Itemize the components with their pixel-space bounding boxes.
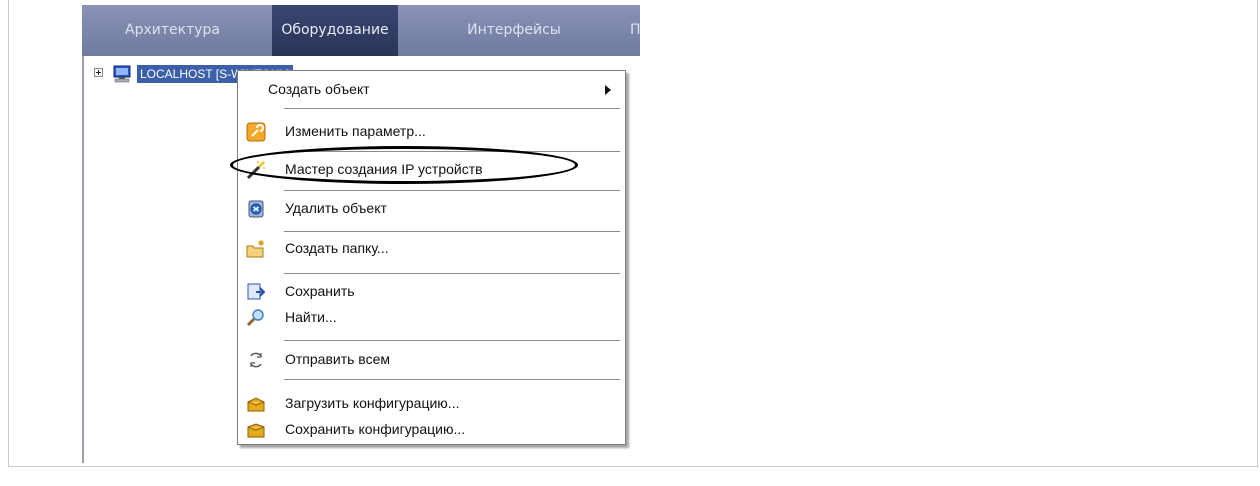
menu-item-save[interactable]: Сохранить xyxy=(238,279,623,305)
menu-item-label: Изменить параметр... xyxy=(285,123,426,139)
tab-architecture[interactable]: Архитектура xyxy=(110,5,235,56)
menu-item-label: Сохранить xyxy=(285,283,355,299)
edit-params-icon xyxy=(246,122,266,142)
menu-separator xyxy=(284,340,620,341)
menu-item-label: Удалить объект xyxy=(285,200,387,216)
menu-item-delete-object[interactable]: Удалить объект xyxy=(238,196,623,222)
menu-item-ip-device-wizard[interactable]: Мастер создания IP устройств xyxy=(238,157,623,183)
menu-item-load-config[interactable]: Загрузить конфигурацию... xyxy=(238,391,623,417)
menu-separator xyxy=(284,151,620,152)
menu-separator xyxy=(284,190,620,191)
menu-item-create-object[interactable]: Создать объект xyxy=(238,77,623,103)
tab-hardware[interactable]: Оборудование xyxy=(272,5,398,56)
menu-item-label: Мастер создания IP устройств xyxy=(285,161,483,177)
search-icon xyxy=(246,309,264,327)
expand-icon[interactable] xyxy=(94,68,103,77)
save-icon xyxy=(247,283,266,300)
computer-icon xyxy=(113,65,131,83)
new-folder-icon xyxy=(246,240,264,258)
menu-separator xyxy=(284,379,620,380)
app-screenshot: Архитектура Оборудование Интерфейсы П LO… xyxy=(82,5,640,463)
save-config-icon xyxy=(247,423,265,438)
tab-interfaces[interactable]: Интерфейсы xyxy=(444,5,584,56)
wizard-wand-icon xyxy=(246,161,265,180)
menu-item-label: Сохранить конфигурацию... xyxy=(285,421,466,437)
menu-item-send-all[interactable]: Отправить всем xyxy=(238,347,623,373)
tab-partial[interactable]: П xyxy=(630,5,640,56)
tab-bar: Архитектура Оборудование Интерфейсы П xyxy=(82,5,640,56)
menu-item-label: Создать папку... xyxy=(285,240,389,256)
menu-item-label: Создать объект xyxy=(268,81,370,97)
menu-item-find[interactable]: Найти... xyxy=(238,305,623,331)
delete-object-icon xyxy=(248,200,264,218)
send-all-icon xyxy=(250,352,262,368)
menu-item-create-folder[interactable]: Создать папку... xyxy=(238,236,623,262)
menu-item-save-config[interactable]: Сохранить конфигурацию... xyxy=(238,417,623,443)
menu-item-label: Найти... xyxy=(285,309,337,325)
submenu-arrow-icon xyxy=(605,85,611,95)
menu-item-label: Загрузить конфигурацию... xyxy=(285,395,460,411)
context-menu: Создать объект Изменить параметр... Маст… xyxy=(237,70,626,445)
menu-item-label: Отправить всем xyxy=(285,351,390,367)
menu-separator xyxy=(284,231,620,232)
tree-border xyxy=(82,56,84,463)
load-config-icon xyxy=(247,397,265,412)
menu-separator xyxy=(284,108,620,109)
menu-separator xyxy=(284,273,620,274)
menu-item-edit-params[interactable]: Изменить параметр... xyxy=(238,119,623,145)
